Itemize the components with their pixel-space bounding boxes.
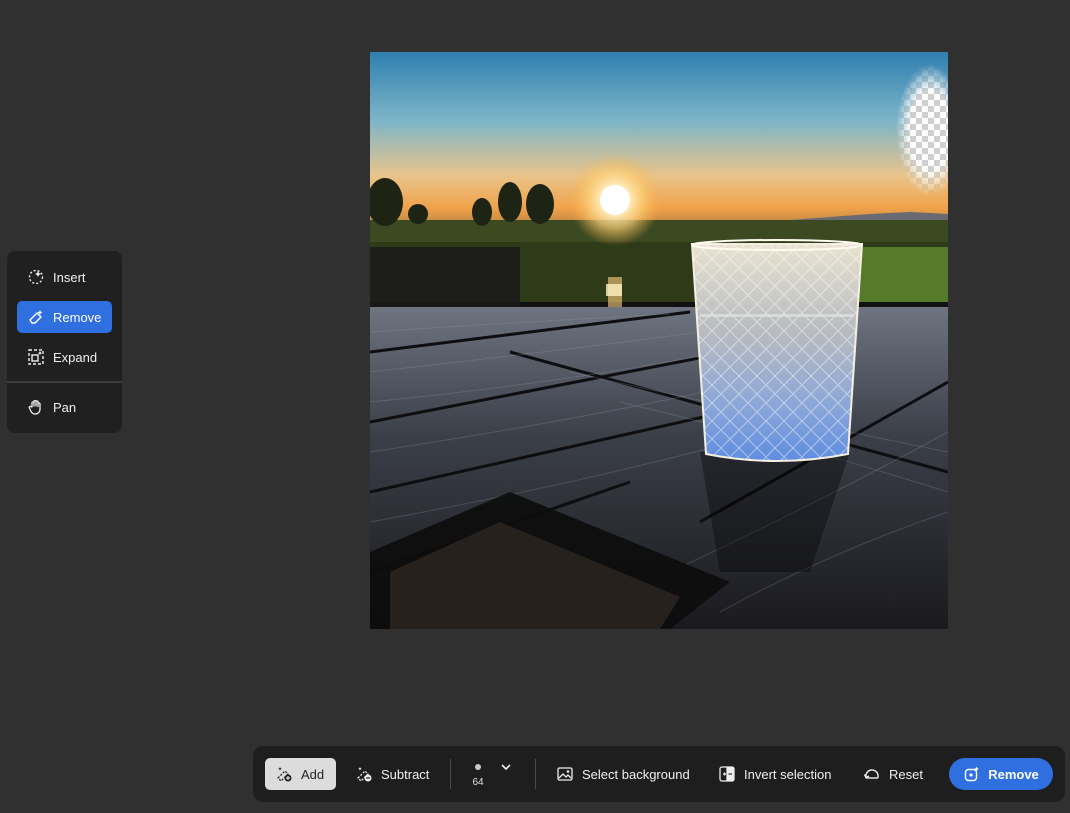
invert-selection-icon — [718, 765, 736, 783]
tool-remove[interactable]: Remove — [17, 301, 112, 333]
tool-remove-label: Remove — [53, 309, 102, 325]
tool-pan-label: Pan — [53, 399, 77, 415]
tool-expand[interactable]: Expand — [17, 341, 112, 373]
reset-label: Reset — [889, 766, 923, 782]
tool-insert-label: Insert — [53, 269, 86, 285]
brush-size-value: 64 — [472, 777, 484, 788]
reset-icon — [863, 765, 881, 783]
tool-pan[interactable]: Pan — [17, 391, 112, 423]
brush-size-control[interactable]: 64 — [467, 756, 517, 792]
remove-button[interactable]: Remove — [949, 758, 1053, 790]
remove-label: Remove — [988, 766, 1039, 782]
tool-panel: Insert Remove Expand Pan — [7, 251, 122, 433]
add-label: Add — [301, 766, 325, 782]
image-icon — [556, 765, 574, 783]
tool-expand-label: Expand — [53, 349, 98, 365]
subtract-button[interactable]: Subtract — [355, 758, 429, 790]
invert-selection-button[interactable]: Invert selection — [718, 758, 831, 790]
hand-icon — [27, 398, 45, 416]
subtract-label: Subtract — [381, 766, 430, 782]
toolbar-divider — [450, 759, 451, 789]
insert-sparkle-icon — [27, 268, 45, 286]
select-background-label: Select background — [582, 766, 690, 782]
sunset-glass-photo — [370, 52, 948, 629]
reset-button[interactable]: Reset — [863, 758, 923, 790]
tool-insert[interactable]: Insert — [17, 261, 112, 293]
remove-sparkle-icon — [963, 765, 981, 783]
chevron-down-icon[interactable] — [499, 760, 513, 774]
select-background-button[interactable]: Select background — [556, 758, 690, 790]
add-button[interactable]: Add — [265, 758, 336, 790]
brush-subtract-icon — [355, 765, 373, 783]
brush-dot-icon — [475, 764, 481, 770]
eraser-icon — [27, 308, 45, 326]
toolbar-divider — [535, 759, 536, 789]
brush-add-icon — [275, 765, 293, 783]
invert-selection-label: Invert selection — [744, 766, 832, 782]
canvas-image[interactable] — [370, 52, 948, 629]
tool-divider — [7, 381, 122, 383]
expand-icon — [27, 348, 45, 366]
bottom-toolbar: Add Subtract 64 Select background Invert… — [253, 746, 1065, 802]
